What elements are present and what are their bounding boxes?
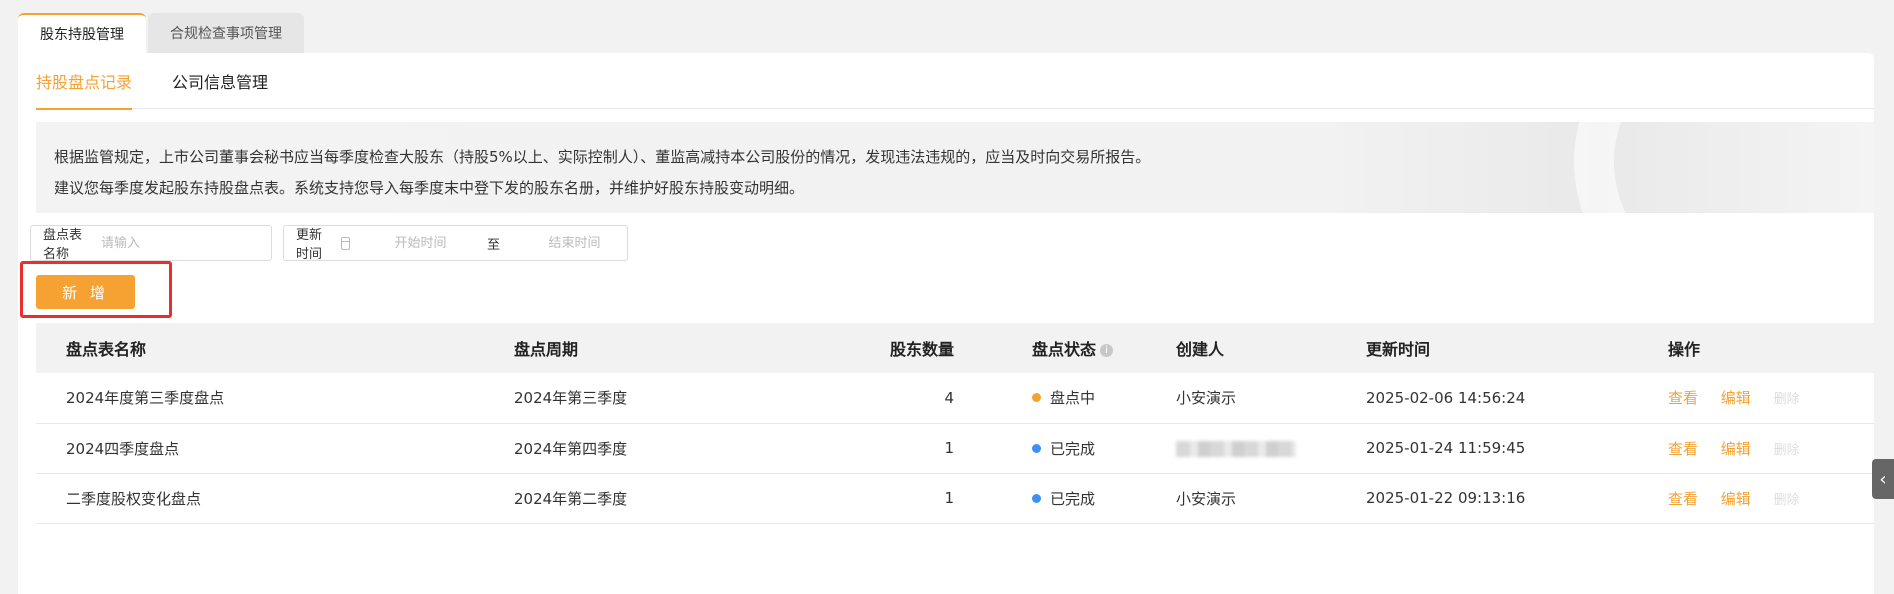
side-panel-toggle[interactable]: ‹ xyxy=(1872,459,1894,499)
tab-shareholder-management[interactable]: 股东持股管理 xyxy=(18,13,146,53)
cell-ops: 查看 编辑 删除 xyxy=(1668,423,1874,473)
header-count: 股东数量 xyxy=(889,340,954,359)
view-link[interactable]: 查看 xyxy=(1668,389,1698,407)
cell-creator: 小安演示 xyxy=(1176,389,1237,408)
delete-link: 删除 xyxy=(1773,442,1800,458)
cell-period: 2024年第四季度 xyxy=(514,439,628,458)
end-time-input[interactable] xyxy=(522,235,627,251)
header-status-label: 盘点状态 xyxy=(1032,340,1097,359)
add-button-highlight: 新 增 xyxy=(20,261,172,318)
cell-status: 盘点中 xyxy=(954,373,1176,423)
table-header-row: 盘点表名称 盘点周期 股东数量 盘点状态 i 创建人 更新时间 操作 xyxy=(36,323,1874,373)
header-time: 更新时间 xyxy=(1366,340,1431,359)
name-filter: 盘点表名称 xyxy=(30,225,272,262)
start-time-input[interactable] xyxy=(367,235,473,251)
status-dot xyxy=(1032,493,1041,503)
cell-creator: 小安演示 xyxy=(1176,489,1237,508)
cell-name: 2024四季度盘点 xyxy=(66,439,180,458)
cell-count: 4 xyxy=(944,388,954,407)
range-separator: 至 xyxy=(486,237,500,253)
delete-link: 删除 xyxy=(1773,392,1800,408)
header-name: 盘点表名称 xyxy=(66,340,147,359)
table-row: 二季度股权变化盘点 2024年第二季度 1 已完成 小安演示 2025-01-2… xyxy=(36,473,1874,523)
cell-ops: 查看 编辑 删除 xyxy=(1668,473,1874,523)
top-tab-bar: 股东持股管理 合规检查事项管理 xyxy=(18,13,306,53)
add-button[interactable]: 新 增 xyxy=(36,275,135,309)
cell-creator xyxy=(1176,423,1366,473)
status-dot xyxy=(1032,443,1041,453)
cell-time: 2025-01-22 09:13:16 xyxy=(1366,489,1526,507)
main-panel: 持股盘点记录 公司信息管理 根据监管规定，上市公司董事会秘书应当每季度检查大股东… xyxy=(18,53,1874,594)
status-text: 已完成 xyxy=(1050,489,1096,508)
cell-status: 已完成 xyxy=(954,423,1176,473)
info-icon[interactable]: i xyxy=(1100,344,1114,357)
inventory-table: 盘点表名称 盘点周期 股东数量 盘点状态 i 创建人 更新时间 操作 2024年度… xyxy=(36,323,1874,524)
cell-status: 已完成 xyxy=(954,473,1176,523)
header-period: 盘点周期 xyxy=(514,340,579,359)
cell-time: 2025-01-24 11:59:45 xyxy=(1366,439,1526,457)
tab-company-info[interactable]: 公司信息管理 xyxy=(172,53,268,109)
table-row: 2024四季度盘点 2024年第四季度 1 已完成 2025-01-24 11:… xyxy=(36,423,1874,473)
time-filter-label: 更新时间 xyxy=(296,228,323,262)
blurred-creator-name xyxy=(1176,440,1296,457)
calendar-icon xyxy=(341,236,350,250)
name-filter-input[interactable] xyxy=(101,235,271,251)
status-dot xyxy=(1032,393,1041,403)
edit-link[interactable]: 编辑 xyxy=(1721,490,1751,508)
header-status: 盘点状态 i xyxy=(954,323,1176,373)
tab-compliance-management[interactable]: 合规检查事项管理 xyxy=(148,13,304,53)
cell-period: 2024年第二季度 xyxy=(514,489,628,508)
regulation-notice: 根据监管规定，上市公司董事会秘书应当每季度检查大股东（持股5%以上、实际控制人）… xyxy=(36,122,1874,213)
name-filter-label: 盘点表名称 xyxy=(43,228,83,262)
header-creator: 创建人 xyxy=(1176,340,1225,359)
status-text: 盘点中 xyxy=(1050,389,1096,408)
delete-link: 删除 xyxy=(1773,492,1800,508)
chevron-left-icon: ‹ xyxy=(1879,468,1887,490)
cell-time: 2025-02-06 14:56:24 xyxy=(1366,388,1526,407)
sub-tab-bar: 持股盘点记录 公司信息管理 xyxy=(36,53,1874,110)
edit-link[interactable]: 编辑 xyxy=(1721,389,1751,407)
cell-name: 2024年度第三季度盘点 xyxy=(66,389,225,408)
time-filter: 更新时间 至 xyxy=(283,225,628,262)
cell-count: 1 xyxy=(944,439,954,457)
edit-link[interactable]: 编辑 xyxy=(1721,440,1751,458)
view-link[interactable]: 查看 xyxy=(1668,490,1698,508)
decorative-arc xyxy=(1574,122,1874,213)
cell-name: 二季度股权变化盘点 xyxy=(66,489,202,508)
cell-period: 2024年第三季度 xyxy=(514,389,628,408)
cell-ops: 查看 编辑 删除 xyxy=(1668,373,1874,423)
status-text: 已完成 xyxy=(1050,439,1096,458)
tab-holding-inventory-records[interactable]: 持股盘点记录 xyxy=(36,53,133,110)
header-ops: 操作 xyxy=(1668,340,1701,359)
view-link[interactable]: 查看 xyxy=(1668,440,1698,458)
cell-count: 1 xyxy=(944,489,954,507)
table-row: 2024年度第三季度盘点 2024年第三季度 4 盘点中 小安演示 2025-0… xyxy=(36,373,1874,423)
